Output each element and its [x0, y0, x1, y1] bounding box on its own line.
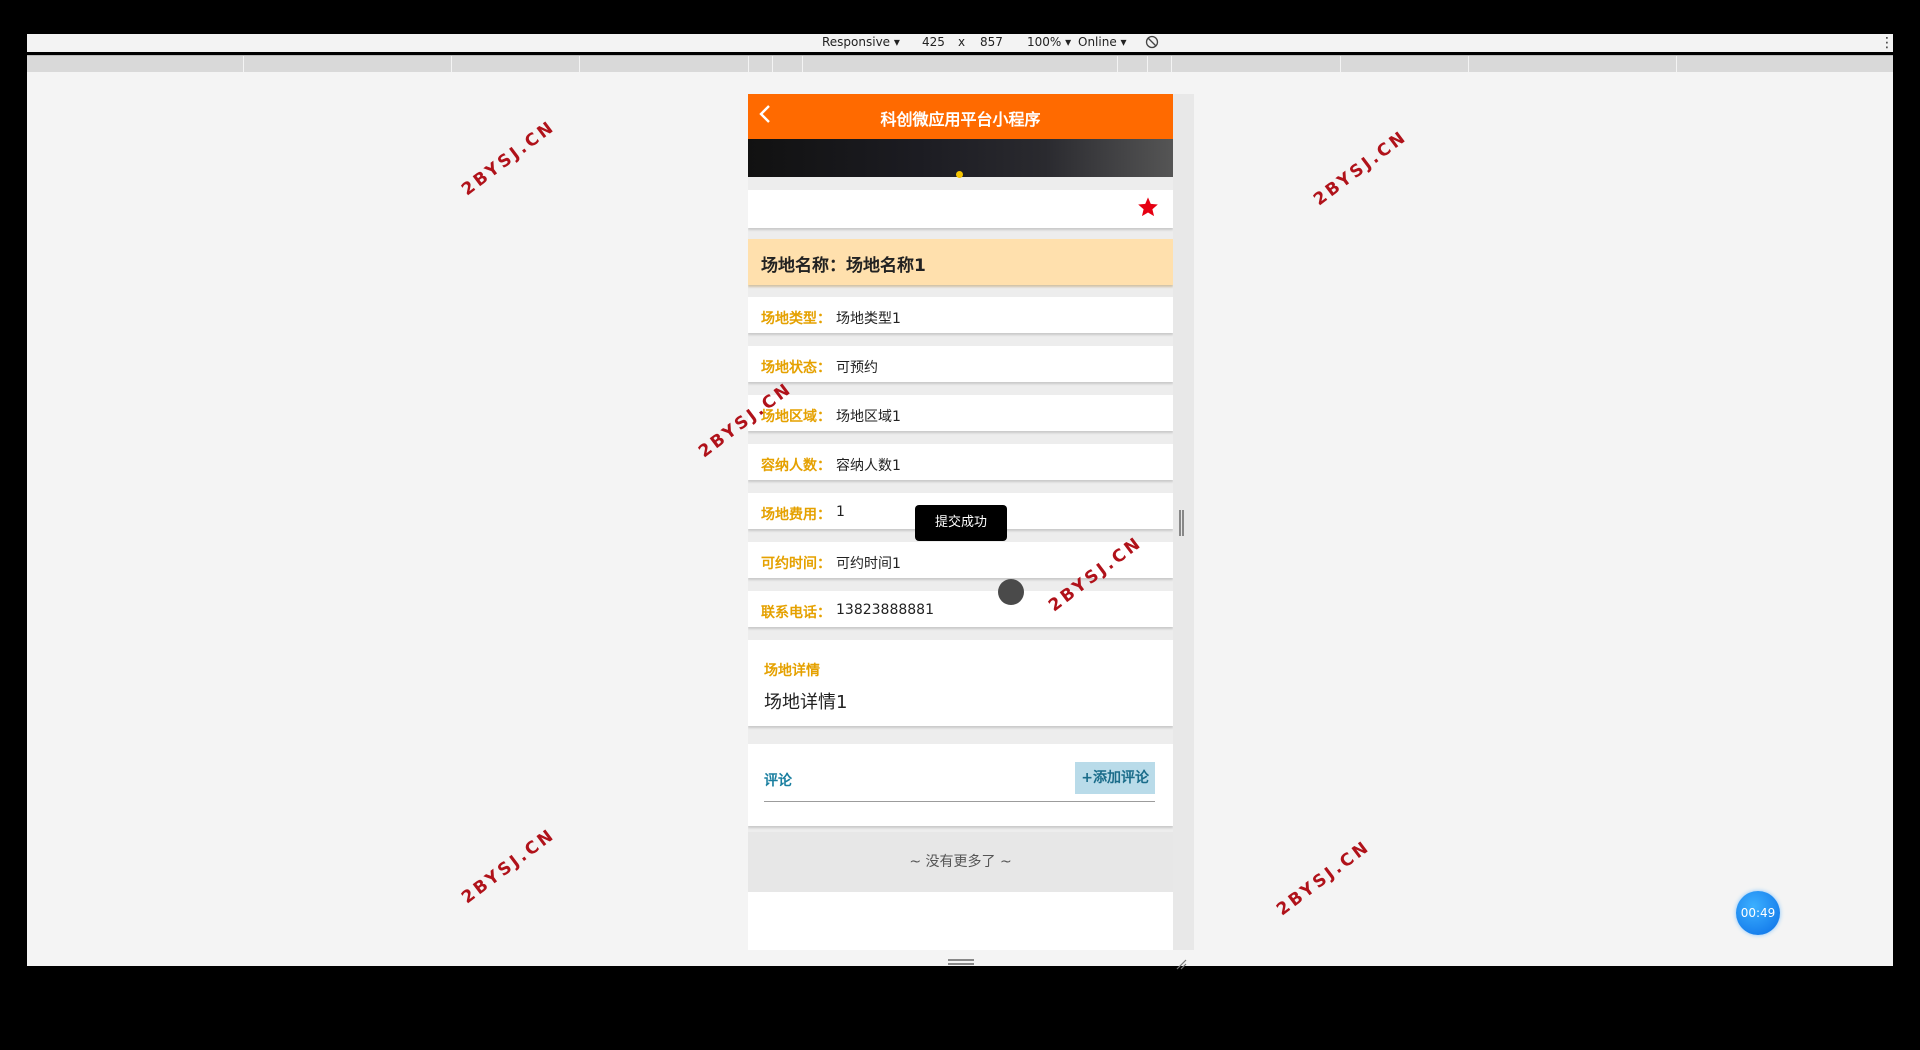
dimension-separator: x: [958, 35, 966, 49]
field-label: 容纳人数：: [761, 458, 831, 474]
no-more-text: ~ 没有更多了 ~: [748, 832, 1173, 892]
favorite-bar: [748, 190, 1173, 228]
field-value: 可预约: [836, 360, 878, 376]
network-throttle-select[interactable]: Online ▾: [1078, 35, 1127, 49]
field-row-area: 场地区域： 场地区域1: [748, 395, 1173, 431]
toast-message: 提交成功: [915, 505, 1007, 541]
resize-handle-right[interactable]: [1179, 510, 1184, 536]
venue-name: 场地名称：场地名称1: [761, 256, 926, 276]
devtools-toolbar: Responsive ▾ 425 x 857 100% ▾ Online ▾: [27, 34, 1893, 52]
carousel-indicator[interactable]: [956, 171, 963, 178]
detail-body: 场地详情1: [764, 692, 848, 713]
detail-title: 场地详情: [764, 663, 820, 679]
field-label: 场地状态：: [761, 360, 831, 376]
star-icon[interactable]: [1137, 196, 1159, 222]
resize-handle-bottom[interactable]: [948, 959, 974, 965]
add-comment-button[interactable]: +添加评论: [1075, 762, 1155, 794]
page-footer-space: [748, 892, 1173, 950]
field-row-type: 场地类型： 场地类型1: [748, 297, 1173, 333]
field-label: 可约时间：: [761, 556, 831, 572]
comments-card: 评论 +添加评论: [748, 744, 1173, 826]
device-select[interactable]: Responsive ▾: [822, 35, 900, 49]
more-options-icon[interactable]: ⋮: [1880, 35, 1894, 51]
venue-name-card: 场地名称：场地名称1: [748, 239, 1173, 285]
field-label: 联系电话：: [761, 605, 831, 621]
page-title: 科创微应用平台小程序: [880, 110, 1041, 129]
field-row-status: 场地状态： 可预约: [748, 346, 1173, 382]
rotate-icon[interactable]: [1145, 35, 1159, 52]
field-value: 场地类型1: [836, 311, 901, 327]
touch-cursor: [998, 579, 1024, 605]
resize-corner-icon[interactable]: [1175, 955, 1187, 974]
field-value: 可约时间1: [836, 556, 901, 572]
recording-timer[interactable]: 00:49: [1736, 891, 1780, 935]
field-value: 容纳人数1: [836, 458, 901, 474]
zoom-select[interactable]: 100% ▾: [1027, 35, 1071, 49]
comments-title: 评论: [764, 773, 792, 789]
divider: [764, 801, 1155, 802]
field-label: 场地费用：: [761, 507, 831, 523]
venue-detail-card: 场地详情 场地详情1: [748, 640, 1173, 726]
field-row-phone: 联系电话： 13823888881: [748, 591, 1173, 627]
viewport-height-input[interactable]: 857: [980, 35, 1003, 49]
field-label: 场地类型：: [761, 311, 831, 327]
banner-carousel[interactable]: [748, 139, 1173, 178]
viewport-width-input[interactable]: 425: [922, 35, 945, 49]
field-value[interactable]: 13823888881: [836, 602, 934, 618]
field-row-capacity: 容纳人数： 容纳人数1: [748, 444, 1173, 480]
app-header: 科创微应用平台小程序: [748, 94, 1173, 139]
field-value: 1: [836, 504, 845, 520]
field-value: 场地区域1: [836, 409, 901, 425]
